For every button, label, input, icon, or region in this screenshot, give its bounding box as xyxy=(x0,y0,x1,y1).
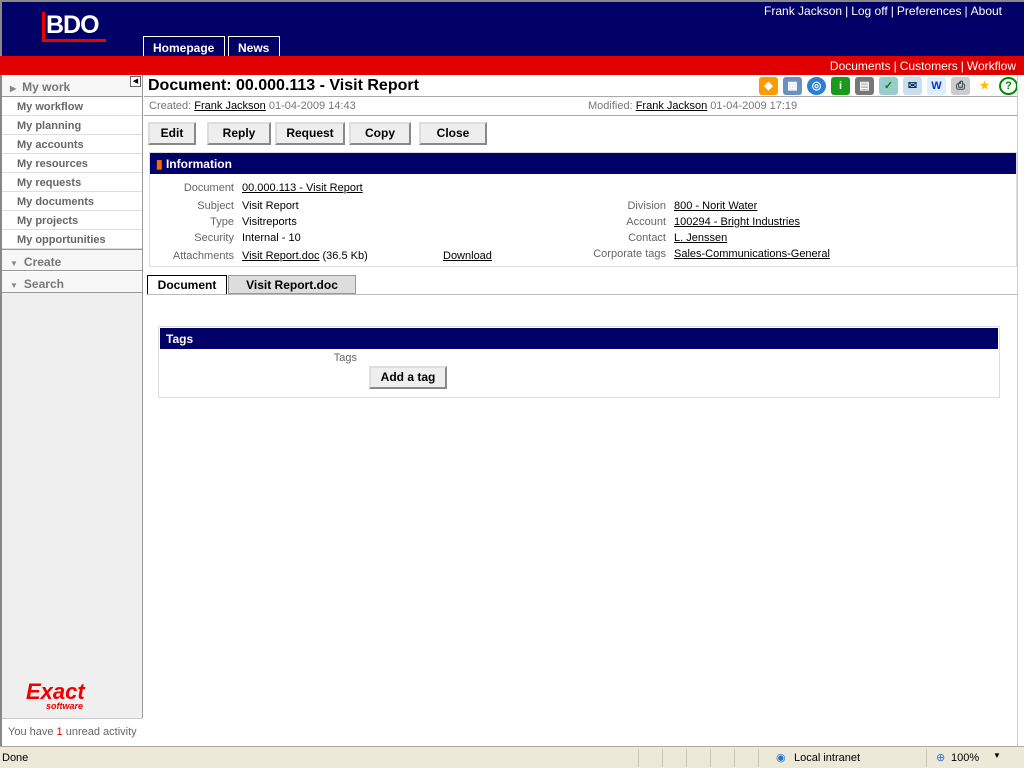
about-link[interactable]: About xyxy=(971,4,1002,18)
user-name-link[interactable]: Frank Jackson xyxy=(764,4,842,18)
contact-link[interactable]: L. Jenssen xyxy=(674,232,727,244)
subject-label: Subject xyxy=(197,200,234,212)
type-label: Type xyxy=(210,216,234,228)
created-by-link[interactable]: Frank Jackson xyxy=(194,100,266,112)
calendar-icon[interactable]: ▦ xyxy=(783,77,802,95)
attachments-label: Attachments xyxy=(172,250,234,262)
contact-label: Contact xyxy=(628,232,666,244)
security-value: Internal - 10 xyxy=(242,232,301,244)
close-button[interactable]: Close xyxy=(419,122,487,145)
tab-visit-report-doc[interactable]: Visit Report.doc xyxy=(228,275,356,294)
type-value: Visitreports xyxy=(242,216,297,228)
corporate-tags-label: Corporate tags xyxy=(593,248,666,260)
sidebar-create[interactable]: ▼ Create xyxy=(2,249,142,271)
user-menu: Frank Jackson | Log off | Preferences | About xyxy=(764,4,1002,18)
created-at: 01-04-2009 14:43 xyxy=(268,100,356,112)
workflow-link[interactable]: Workflow xyxy=(967,59,1016,73)
tab-homepage[interactable]: Homepage xyxy=(143,36,225,58)
page-title: Document: 00.000.113 - Visit Report xyxy=(148,77,419,94)
favorite-icon[interactable]: ★ xyxy=(975,77,994,95)
bdo-logo: BDO xyxy=(42,12,106,42)
sidebar-item-my-resources[interactable]: My resources xyxy=(2,154,142,173)
status-bar: Done ◉ Local intranet ⊕ 100% ▼ xyxy=(0,746,1024,768)
documents-link[interactable]: Documents xyxy=(830,59,891,73)
zoom-dropdown-icon[interactable]: ▼ xyxy=(993,751,1001,760)
document-icon: ▮ xyxy=(156,157,163,171)
preferences-link[interactable]: Preferences xyxy=(897,4,962,18)
cd-icon[interactable]: ◎ xyxy=(807,77,826,95)
tab-divider xyxy=(147,294,1018,295)
copy-button[interactable]: Copy xyxy=(349,122,411,145)
triangle-down-icon: ▼ xyxy=(10,281,18,290)
zoom-level[interactable]: 100% xyxy=(951,752,979,764)
create-label: Create xyxy=(23,255,62,269)
document-meta: Created: Frank Jackson 01-04-2009 14:43 … xyxy=(144,96,1018,116)
information-section: ▮ Information Document 00.000.113 - Visi… xyxy=(149,152,1017,267)
collapse-sidebar-icon[interactable]: ◀ xyxy=(130,76,141,87)
sidebar-item-my-projects[interactable]: My projects xyxy=(2,211,142,230)
tags-section: Tags Tags Add a tag xyxy=(158,326,1000,398)
sidebar: ▶ My work ◀ My workflow My planning My ac… xyxy=(0,75,143,746)
status-text: Done xyxy=(2,752,29,764)
tags-header: Tags xyxy=(160,328,998,349)
attachment: Visit Report.doc (36.5 Kb) xyxy=(242,250,368,262)
exact-logo: Exact software xyxy=(26,679,85,711)
modified-at: 01-04-2009 17:19 xyxy=(710,100,798,112)
document-label: Document xyxy=(183,182,234,194)
tab-news[interactable]: News xyxy=(228,36,280,58)
info-icon[interactable]: i xyxy=(831,77,850,95)
tags-label: Tags xyxy=(333,352,357,364)
tab-document[interactable]: Document xyxy=(147,275,227,294)
main-content: Document: 00.000.113 - Visit Report ◆ ▦ … xyxy=(144,75,1018,746)
search-label: Search xyxy=(23,277,64,291)
my-work-label: My work xyxy=(22,80,71,94)
module-links: Documents | Customers | Workflow xyxy=(829,59,1016,73)
print-icon[interactable]: ⎙ xyxy=(951,77,970,95)
sidebar-item-my-opportunities[interactable]: My opportunities xyxy=(2,230,142,249)
triangle-right-icon: ▶ xyxy=(10,84,17,93)
word-icon[interactable]: W xyxy=(927,77,946,95)
unread-activity[interactable]: You have 1 unread activity xyxy=(2,718,143,746)
globe-icon: ◉ xyxy=(776,752,786,764)
triangle-down-icon: ▼ xyxy=(10,259,18,268)
logoff-link[interactable]: Log off xyxy=(851,4,887,18)
sidebar-item-my-requests[interactable]: My requests xyxy=(2,173,142,192)
division-link[interactable]: 800 - Norit Water xyxy=(674,200,757,212)
request-button[interactable]: Request xyxy=(275,122,345,145)
add-tag-button[interactable]: Add a tag xyxy=(369,366,447,389)
customers-link[interactable]: Customers xyxy=(900,59,958,73)
new-mail-icon[interactable]: ✉ xyxy=(903,77,922,95)
scrollbar[interactable] xyxy=(1017,75,1024,746)
attachment-link[interactable]: Visit Report.doc xyxy=(242,250,319,262)
account-link[interactable]: 100294 - Bright Industries xyxy=(674,216,800,228)
account-label: Account xyxy=(626,216,666,228)
toolbar-icons: ◆ ▦ ◎ i ▤ ✓ ✉ W ⎙ ★ ? xyxy=(759,77,1018,95)
header: BDO Frank Jackson | Log off | Preferences | Ab… xyxy=(0,0,1024,58)
corporate-tags-link[interactable]: Sales-Communications-General xyxy=(674,248,830,260)
sidebar-item-my-planning[interactable]: My planning xyxy=(2,116,142,135)
subject-value: Visit Report xyxy=(242,200,299,212)
checklist-icon[interactable]: ✓ xyxy=(879,77,898,95)
division-label: Division xyxy=(627,200,666,212)
reply-button[interactable]: Reply xyxy=(207,122,271,145)
help-icon[interactable]: ? xyxy=(999,77,1018,95)
information-header: ▮ Information xyxy=(150,153,1016,174)
security-label: Security xyxy=(194,232,234,244)
zone-text: Local intranet xyxy=(794,752,861,764)
fish-icon[interactable]: ◆ xyxy=(759,77,778,95)
modified-by-link[interactable]: Frank Jackson xyxy=(636,100,708,112)
document-link[interactable]: 00.000.113 - Visit Report xyxy=(242,182,363,194)
sidebar-my-work[interactable]: ▶ My work xyxy=(2,75,142,97)
sidebar-item-my-accounts[interactable]: My accounts xyxy=(2,135,142,154)
sidebar-item-my-workflow[interactable]: My workflow xyxy=(2,97,142,116)
database-icon[interactable]: ▤ xyxy=(855,77,874,95)
sidebar-item-my-documents[interactable]: My documents xyxy=(2,192,142,211)
sidebar-search[interactable]: ▼ Search xyxy=(2,271,142,293)
zoom-icon: ⊕ xyxy=(936,752,946,764)
edit-button[interactable]: Edit xyxy=(148,122,196,145)
download-link[interactable]: Download xyxy=(443,250,492,262)
